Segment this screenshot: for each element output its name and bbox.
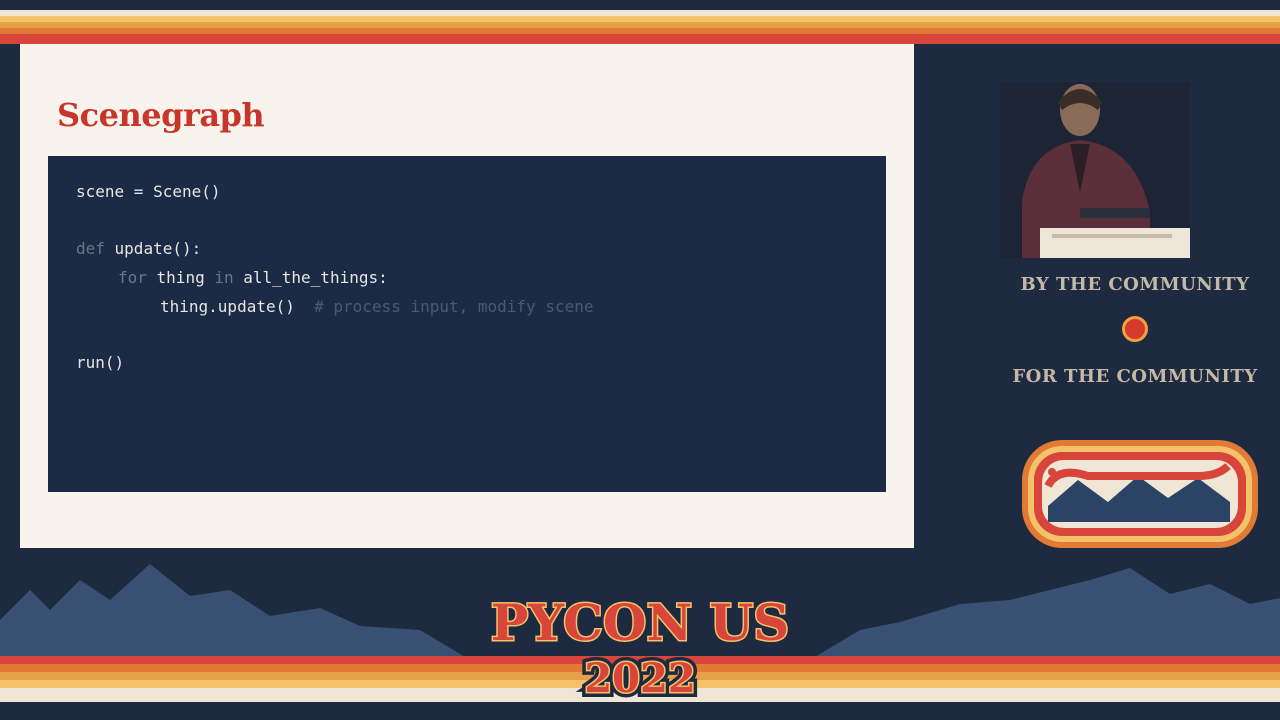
separator-dot — [1122, 316, 1148, 342]
tagline-for-community: FOR THE COMMUNITY — [1012, 366, 1258, 387]
speaker-video — [1000, 82, 1190, 258]
python-snake-badge-icon — [1022, 440, 1258, 548]
slide-title: Scenegraph — [57, 96, 265, 134]
pycon-logo-year-outline: 2022 — [584, 655, 695, 702]
code-line-5: run() — [76, 353, 125, 372]
code-line-4: thing.update() # process input, modify s… — [160, 297, 594, 316]
top-stripes — [0, 0, 1280, 44]
presentation-slide: Scenegraph scene = Scene() def update():… — [20, 44, 914, 548]
pycon-logo: PYCON US PYCON US 2022 2022 — [486, 588, 795, 704]
tagline-by-community: BY THE COMMUNITY — [1020, 274, 1250, 295]
code-block: scene = Scene() def update(): for thing … — [48, 156, 886, 492]
code-line-2: def update(): — [76, 239, 202, 258]
code-line-3: for thing in all_the_things: — [118, 268, 388, 287]
pycon-logo-title-outline: PYCON US — [491, 593, 790, 652]
code-line-1: scene = Scene() — [76, 182, 221, 201]
